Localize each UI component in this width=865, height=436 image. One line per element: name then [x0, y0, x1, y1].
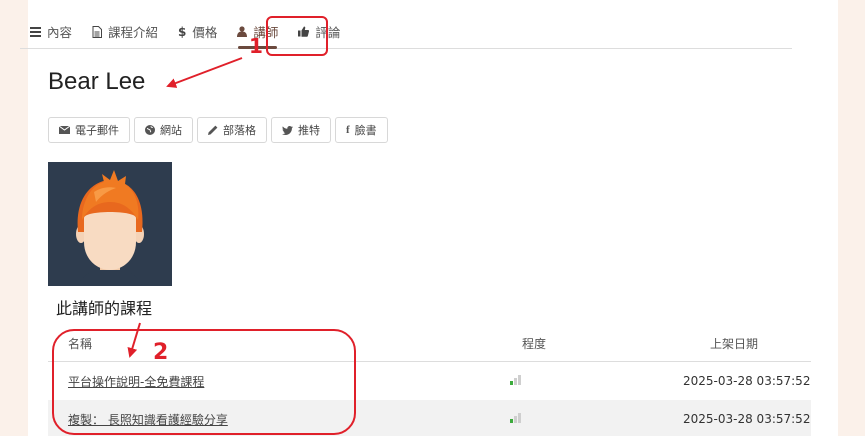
tab-label: 內容 — [47, 25, 73, 40]
twitter-label: 推特 — [298, 124, 320, 137]
publish-date: 2025-03-28 03:57:52 — [683, 374, 811, 388]
dollar-icon: $ — [178, 24, 187, 39]
column-level: 程度 — [522, 336, 547, 351]
list-icon — [30, 26, 41, 37]
social-links: 電子郵件 網站 部落格 推特 f 臉書 — [48, 117, 392, 143]
envelope-icon — [59, 126, 70, 134]
level-indicator — [510, 375, 522, 385]
tab-price[interactable]: $ 價格 — [168, 14, 227, 49]
twitter-button[interactable]: 推特 — [271, 117, 331, 143]
website-button[interactable]: 網站 — [134, 117, 193, 143]
course-tabs: 內容 課程介紹 $ 價格 講師 評論 — [20, 14, 792, 49]
facebook-button[interactable]: f 臉書 — [335, 117, 388, 143]
instructor-avatar — [48, 162, 172, 286]
facebook-label: 臉書 — [354, 124, 377, 137]
tab-label: 價格 — [192, 25, 218, 40]
facebook-icon: f — [346, 124, 350, 136]
twitter-icon — [282, 125, 293, 135]
user-icon — [237, 26, 248, 37]
annotation-number-1: 1 — [249, 34, 263, 58]
level-indicator — [510, 413, 522, 423]
tab-course-intro[interactable]: 課程介紹 — [82, 14, 168, 49]
tab-content[interactable]: 內容 — [20, 14, 82, 49]
column-date: 上架日期 — [710, 336, 759, 351]
blog-label: 部落格 — [223, 124, 256, 137]
annotation-number-2: 2 — [153, 340, 169, 365]
instructor-name: Bear Lee — [48, 68, 146, 95]
annotation-box-2 — [52, 329, 356, 435]
tab-label: 課程介紹 — [108, 25, 159, 40]
email-label: 電子郵件 — [75, 124, 119, 137]
publish-date: 2025-03-28 03:57:52 — [683, 412, 811, 426]
document-icon — [92, 25, 103, 38]
blog-button[interactable]: 部落格 — [197, 117, 267, 143]
instructor-courses-title: 此講師的課程 — [56, 299, 153, 318]
annotation-box-1 — [266, 16, 328, 56]
email-button[interactable]: 電子郵件 — [48, 117, 130, 143]
globe-icon — [145, 125, 155, 135]
website-label: 網站 — [160, 124, 182, 137]
pencil-icon — [208, 125, 218, 135]
